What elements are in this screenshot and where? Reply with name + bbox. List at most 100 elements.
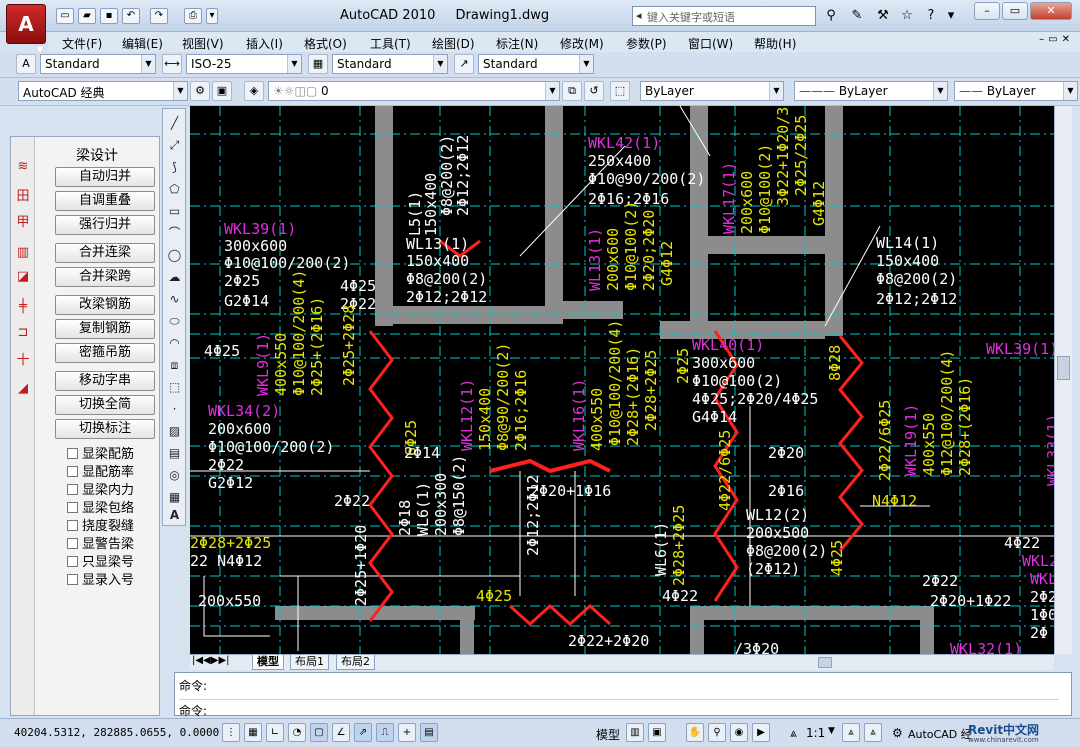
showmotion-icon[interactable]: ▶ xyxy=(752,723,770,742)
dim-style-select[interactable]: ISO-25 ▼ xyxy=(186,54,302,74)
toolbar-lock-icon[interactable]: ▣ xyxy=(212,81,232,101)
menu-dimension[interactable]: 标注(N) xyxy=(496,35,538,52)
show-beam-rebar-checkbox[interactable]: 显梁配筋 xyxy=(67,443,134,462)
merge-beam-span-button[interactable]: 合并梁跨 xyxy=(55,267,155,287)
drawing-canvas[interactable]: WKL39(1) 300x600 Φ10@100/200(2) 2Φ25 G2Φ14 4Φ… xyxy=(190,106,1054,654)
open-folder-icon[interactable]: ▰ xyxy=(78,8,96,24)
snap-mode-icon[interactable]: ⋮ xyxy=(222,723,240,742)
tab-layout1[interactable]: 布局1 xyxy=(290,655,329,670)
binoculars-icon[interactable]: ⚲ xyxy=(822,7,840,25)
spline-icon[interactable]: ∿ xyxy=(166,291,183,308)
column-tool-icon[interactable]: 甲 xyxy=(15,215,31,231)
linetype-select[interactable]: ——— ByLayer ▼ xyxy=(794,81,948,101)
ellipse-arc-icon[interactable]: ◠ xyxy=(166,335,183,352)
arc-icon[interactable]: ⌒ xyxy=(166,225,183,242)
toggle-full-simple-button[interactable]: 切换全简 xyxy=(55,395,155,415)
hatch-icon[interactable]: ▨ xyxy=(166,423,183,440)
move-text-button[interactable]: 移动字串 xyxy=(55,371,155,391)
show-rebar-ratio-checkbox[interactable]: 显配筋率 xyxy=(67,461,134,480)
menu-insert[interactable]: 插入(I) xyxy=(246,35,283,52)
quick-view-drawings-icon[interactable]: ▣ xyxy=(648,723,666,742)
tab-model[interactable]: 模型 xyxy=(252,655,284,670)
help-icon[interactable]: ? xyxy=(922,7,940,25)
beam-number-only-checkbox[interactable]: 只显梁号 xyxy=(67,551,134,570)
show-input-number-checkbox[interactable]: 显录入号 xyxy=(67,569,134,588)
beam-tool-icon[interactable]: ≋ xyxy=(15,159,31,175)
rebar-tool-icon[interactable]: ╪ xyxy=(15,299,31,315)
menu-view[interactable]: 视图(V) xyxy=(182,35,224,52)
grid-tool-icon[interactable]: 田 xyxy=(15,189,31,205)
gradient-icon[interactable]: ▤ xyxy=(166,445,183,462)
print-icon[interactable]: ⎙ xyxy=(184,8,202,24)
deflection-crack-checkbox[interactable]: 挠度裂缝 xyxy=(67,515,134,534)
grid-display-icon[interactable]: ▦ xyxy=(244,723,262,742)
make-block-icon[interactable]: ⬚ xyxy=(166,379,183,396)
circle-icon[interactable]: ◯ xyxy=(166,247,183,264)
close-button[interactable]: ✕ xyxy=(1030,2,1072,20)
horizontal-scrollbar-thumb[interactable] xyxy=(818,657,832,668)
workspace-settings-icon[interactable]: ⚙ xyxy=(190,81,210,101)
stair-tool-icon[interactable]: ◢ xyxy=(15,381,31,397)
text-style-icon[interactable]: A xyxy=(16,54,36,74)
command-window[interactable]: 命令: 命令: xyxy=(174,672,1072,719)
menu-tools[interactable]: 工具(T) xyxy=(370,35,411,52)
section-tool-icon[interactable]: ⊐ xyxy=(15,325,31,341)
rectangle-icon[interactable]: ▭ xyxy=(166,203,183,220)
toggle-annotation-button[interactable]: 切换标注 xyxy=(55,419,155,439)
quick-access-dropdown-icon[interactable]: ▾ xyxy=(206,8,218,24)
dim-style-icon[interactable]: ⟷ xyxy=(162,54,182,74)
copy-rebar-button[interactable]: 复制钢筋 xyxy=(55,319,155,339)
quick-view-layouts-icon[interactable]: ▥ xyxy=(626,723,644,742)
tab-layout2[interactable]: 布局2 xyxy=(336,655,375,670)
save-icon[interactable]: ▪ xyxy=(100,8,118,24)
menu-parametric[interactable]: 参数(P) xyxy=(626,35,667,52)
pan-icon[interactable]: ✋ xyxy=(686,723,704,742)
menu-file[interactable]: 文件(F) xyxy=(62,35,102,52)
lineweight-select[interactable]: —— ByLayer ▼ xyxy=(954,81,1078,101)
redo-icon[interactable]: ↷ xyxy=(150,8,168,24)
change-beam-rebar-button[interactable]: 改梁钢筋 xyxy=(55,295,155,315)
maximize-button[interactable]: ▭ xyxy=(1002,2,1028,20)
menu-draw[interactable]: 绘图(D) xyxy=(432,35,475,52)
show-internal-force-checkbox[interactable]: 显梁内力 xyxy=(67,479,134,498)
line-icon[interactable]: ╱ xyxy=(166,115,183,132)
layer-previous-icon[interactable]: ↺ xyxy=(584,81,604,101)
table-style-select[interactable]: Standard ▼ xyxy=(332,54,448,74)
force-merge-button[interactable]: 强行归并 xyxy=(55,215,155,235)
mleader-style-icon[interactable]: ↗ xyxy=(454,54,474,74)
lineweight-toggle-icon[interactable]: + xyxy=(398,723,416,742)
workspace-status[interactable]: AutoCAD 经 xyxy=(908,726,972,742)
show-envelope-checkbox[interactable]: 显梁包络 xyxy=(67,497,134,516)
revision-cloud-icon[interactable]: ☁ xyxy=(166,269,183,286)
wall-tool-icon[interactable]: ▥ xyxy=(15,245,31,261)
minimize-button[interactable]: – xyxy=(974,2,1000,20)
command-input[interactable]: 命令: xyxy=(179,699,1059,719)
layer-select[interactable]: ☀☼◫▢ 0 ▼ xyxy=(268,81,560,101)
menu-edit[interactable]: 编辑(E) xyxy=(122,35,163,52)
scrollbar-thumb[interactable] xyxy=(1057,356,1070,380)
text-style-select[interactable]: Standard ▼ xyxy=(40,54,156,74)
annotation-visibility-icon[interactable]: ⩓ xyxy=(842,723,860,742)
menu-format[interactable]: 格式(O) xyxy=(304,35,347,52)
quick-properties-icon[interactable]: ▤ xyxy=(420,723,438,742)
help-dropdown-icon[interactable]: ▾ xyxy=(942,7,960,25)
slab-tool-icon[interactable]: ◪ xyxy=(15,269,31,285)
favorites-star-icon[interactable]: ☆ xyxy=(898,7,916,25)
subscription-icon[interactable]: ⚒ xyxy=(874,7,892,25)
table-style-icon[interactable]: ▦ xyxy=(308,54,328,74)
menu-help[interactable]: 帮助(H) xyxy=(754,35,796,52)
layer-match-icon[interactable]: ⬚ xyxy=(610,81,630,101)
vertical-scrollbar[interactable] xyxy=(1054,106,1072,654)
object-snap-icon[interactable]: ▢ xyxy=(310,723,328,742)
annotation-scale[interactable]: 1:1 xyxy=(806,726,825,740)
document-window-controls[interactable]: –▭✕ xyxy=(1039,34,1074,45)
polyline-icon[interactable]: ⟆ xyxy=(166,159,183,176)
cross-tool-icon[interactable]: 十 xyxy=(15,353,31,369)
workspace-switch-icon[interactable]: ⚙ xyxy=(892,726,903,740)
dense-stirrup-button[interactable]: 密箍吊筋 xyxy=(55,343,155,363)
structural-plan-drawing[interactable]: WKL39(1)300x600Φ10@100/200(2)2Φ25G2Φ144Φ… xyxy=(190,106,1054,654)
color-select[interactable]: ByLayer ▼ xyxy=(640,81,784,101)
coordinate-readout[interactable]: 40204.5312, 282885.0655, 0.0000 xyxy=(14,726,219,739)
polygon-icon[interactable]: ⬠ xyxy=(166,181,183,198)
tab-nav-arrows-icon[interactable]: |◀◀▶▶| xyxy=(192,655,230,666)
